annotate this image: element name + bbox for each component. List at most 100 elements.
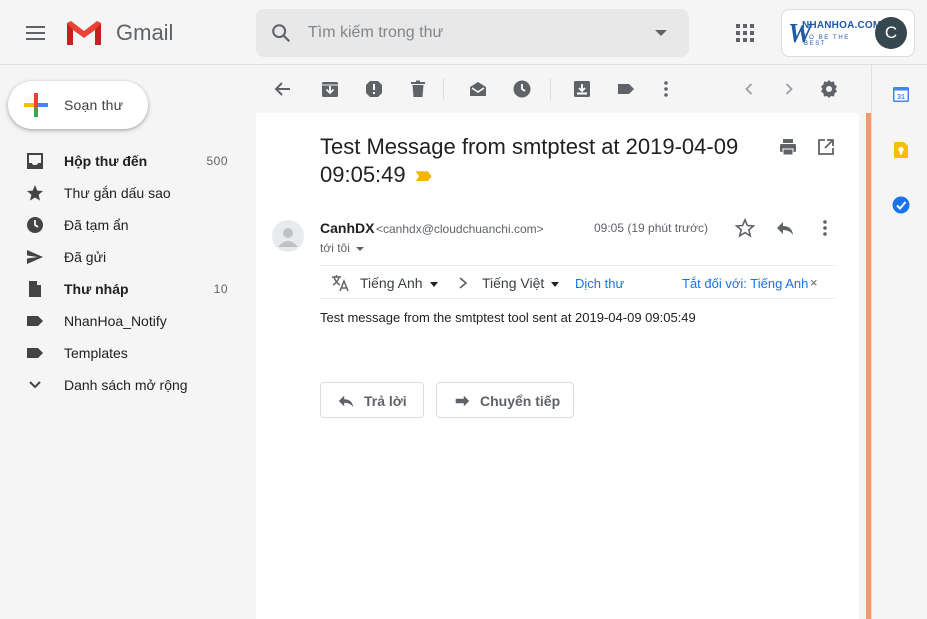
reply-label: Trả lời xyxy=(364,393,407,409)
newer-icon[interactable] xyxy=(739,79,759,99)
sidebar-item-sent[interactable]: Đã gửi xyxy=(0,241,250,273)
calendar-day: 31 xyxy=(897,94,905,101)
older-icon[interactable] xyxy=(779,79,799,99)
forward-icon xyxy=(455,395,470,407)
message-body: Test message from the smtptest tool sent… xyxy=(320,310,696,325)
move-to-icon[interactable] xyxy=(572,79,592,99)
compose-plus-icon xyxy=(24,93,48,117)
label-icon xyxy=(27,348,43,358)
tasks-icon[interactable] xyxy=(892,196,910,214)
sender-name[interactable]: CanhDX xyxy=(320,220,374,236)
settings-gear-icon[interactable] xyxy=(819,79,839,99)
top-bar: Gmail W NHANHOA.COM TO BE THE BEST C xyxy=(0,0,927,65)
main-menu-icon[interactable] xyxy=(18,17,54,49)
source-language-select[interactable]: Tiếng Anh xyxy=(360,275,438,291)
message-subject: Test Message from smtptest at 2019-04-09… xyxy=(320,133,760,189)
sidebar-item-templates[interactable]: Templates xyxy=(0,337,250,369)
caret-down-icon xyxy=(551,281,560,287)
sidebar-item-label: NhanHoa_Notify xyxy=(64,313,167,329)
label-icon xyxy=(27,316,43,326)
caret-down-icon xyxy=(355,246,364,251)
subject-text: Test Message from smtptest at 2019-04-09… xyxy=(320,134,739,187)
sender-avatar[interactable] xyxy=(272,220,304,252)
reply-button[interactable]: Trả lời xyxy=(320,382,424,418)
report-spam-icon[interactable] xyxy=(364,79,384,99)
sidebar-item-inbox[interactable]: Hộp thư đến 500 xyxy=(0,145,250,177)
avatar[interactable]: C xyxy=(875,17,907,49)
brand-tagline: TO BE THE BEST xyxy=(804,35,850,47)
turn-off-translate-link[interactable]: Tắt đối với: Tiếng Anh xyxy=(682,276,808,291)
mark-as-read-icon[interactable] xyxy=(468,79,488,99)
target-language-select[interactable]: Tiếng Việt xyxy=(482,275,560,291)
sidebar-item-more[interactable]: Danh sách mở rộng xyxy=(0,369,250,401)
chevron-right-icon xyxy=(459,277,468,289)
caret-down-icon xyxy=(429,281,438,287)
translate-icon xyxy=(332,275,349,292)
recipient-text: tới tôi xyxy=(320,241,350,255)
search-icon[interactable] xyxy=(270,22,292,44)
source-language-label: Tiếng Anh xyxy=(360,275,423,291)
label-icon[interactable] xyxy=(616,79,636,99)
print-icon[interactable] xyxy=(778,137,798,157)
sidebar-item-nhanhoa-notify[interactable]: NhanHoa_Notify xyxy=(0,305,250,337)
account-chip[interactable]: W NHANHOA.COM TO BE THE BEST C xyxy=(781,9,915,57)
sidebar-item-label: Đã tạm ẩn xyxy=(64,217,129,233)
apps-grid-icon[interactable] xyxy=(736,24,754,42)
snooze-icon[interactable] xyxy=(512,79,532,99)
keep-icon[interactable] xyxy=(892,141,910,159)
message-view: Test Message from smtptest at 2019-04-09… xyxy=(256,113,859,619)
send-icon xyxy=(27,250,43,264)
brand-name: NHANHOA.COM xyxy=(802,20,882,31)
inbox-icon xyxy=(27,153,43,169)
archive-icon[interactable] xyxy=(320,79,340,99)
more-options-icon[interactable] xyxy=(656,79,676,99)
sidebar-item-label: Danh sách mở rộng xyxy=(64,377,188,393)
search-input[interactable] xyxy=(308,21,638,45)
star-icon[interactable] xyxy=(735,218,755,238)
toolbar-divider xyxy=(443,78,444,100)
message-toolbar xyxy=(256,65,871,113)
sidebar-item-label: Templates xyxy=(64,345,128,361)
person-icon xyxy=(278,228,298,247)
forward-button[interactable]: Chuyển tiếp xyxy=(436,382,574,418)
forward-label: Chuyển tiếp xyxy=(480,393,561,409)
draft-count: 10 xyxy=(213,282,228,296)
sidebar-item-drafts[interactable]: Thư nháp 10 xyxy=(0,273,250,305)
search-bar[interactable] xyxy=(256,9,689,57)
unread-count: 500 xyxy=(206,154,228,168)
sender-email: <canhdx@cloudchuanchi.com> xyxy=(376,222,544,236)
sidebar-item-starred[interactable]: Thư gắn dấu sao xyxy=(0,177,250,209)
translate-message-link[interactable]: Dịch thư xyxy=(575,276,624,291)
message-time: 09:05 (19 phút trước) xyxy=(594,221,708,235)
compose-label: Soạn thư xyxy=(64,97,124,113)
nhanhoa-logo: W NHANHOA.COM TO BE THE BEST xyxy=(788,18,881,48)
addons-side-panel: 31 xyxy=(871,65,927,619)
reply-icon[interactable] xyxy=(775,218,795,238)
sidebar-item-label: Thư gắn dấu sao xyxy=(64,185,171,201)
open-in-new-window-icon[interactable] xyxy=(816,137,836,157)
app-name[interactable]: Gmail xyxy=(116,20,173,46)
sidebar-item-label: Thư nháp xyxy=(64,281,129,297)
reply-icon xyxy=(338,395,354,408)
compose-button[interactable]: Soạn thư xyxy=(8,81,148,129)
clock-icon xyxy=(27,217,43,233)
delete-icon[interactable] xyxy=(408,79,428,99)
sidebar-item-label: Đã gửi xyxy=(64,249,107,265)
close-translate-icon[interactable]: × xyxy=(810,275,818,290)
gmail-logo-icon[interactable] xyxy=(65,19,103,47)
recipient-details[interactable]: tới tôi xyxy=(320,241,364,255)
sidebar-nav: Hộp thư đến 500 Thư gắn dấu sao Đã tạm ẩ… xyxy=(0,145,250,401)
search-options-icon[interactable] xyxy=(655,30,667,36)
toolbar-divider xyxy=(550,78,551,100)
target-language-label: Tiếng Việt xyxy=(482,275,545,291)
sidebar-item-label: Hộp thư đến xyxy=(64,153,148,169)
star-icon xyxy=(27,185,43,201)
important-marker-icon[interactable] xyxy=(415,171,432,182)
chevron-down-icon xyxy=(29,381,41,389)
sidebar-item-snoozed[interactable]: Đã tạm ẩn xyxy=(0,209,250,241)
draft-icon xyxy=(29,281,41,297)
translate-bar: Tiếng Anh Tiếng Việt Dịch thư Tắt đối vớ… xyxy=(320,265,835,299)
more-options-icon[interactable] xyxy=(815,218,835,238)
calendar-icon[interactable]: 31 xyxy=(892,85,910,103)
back-icon[interactable] xyxy=(273,79,293,99)
